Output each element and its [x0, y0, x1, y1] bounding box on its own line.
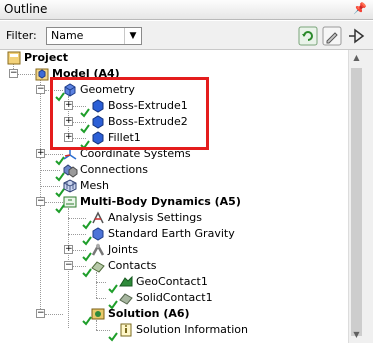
panel-title: Outline [4, 2, 48, 16]
tree-label-solution-information: Solution Information [136, 323, 248, 336]
solution-icon [91, 308, 105, 320]
refresh-icon[interactable] [298, 26, 318, 46]
tree-label-joints: Joints [108, 243, 139, 256]
outline-tree: − − + + + + − + − − Project Model (A4) G… [0, 50, 348, 343]
filter-icon[interactable] [346, 26, 366, 46]
tree-label-analysis-settings: Analysis Settings [108, 211, 202, 224]
model-icon [35, 68, 49, 81]
collapse-model-toggle[interactable]: − [36, 85, 45, 94]
solid-contact-icon [119, 293, 133, 305]
project-icon [7, 51, 21, 65]
tree-label-standard-earth-gravity: Standard Earth Gravity [108, 227, 235, 240]
edit-icon[interactable] [322, 26, 342, 46]
geo-contact-icon [119, 275, 133, 287]
panel-title-bar: Outline 📌 [0, 0, 373, 20]
collapse-project-toggle[interactable]: − [9, 69, 18, 78]
filter-select-value: Name [51, 29, 84, 42]
gravity-icon [92, 227, 104, 241]
info-icon [120, 323, 132, 337]
collapse-contacts-toggle[interactable]: − [64, 261, 73, 270]
expand-joints-toggle[interactable]: + [64, 245, 73, 254]
expand-coords-toggle[interactable]: + [36, 149, 45, 158]
tree-label-solidcontact1: SolidContact1 [136, 291, 213, 304]
filter-toolbar: Filter: Name ▼ [0, 21, 373, 50]
tree-label-mesh: Mesh [80, 179, 109, 192]
collapse-solution-toggle[interactable]: − [36, 309, 45, 318]
chevron-down-icon[interactable]: ▼ [124, 28, 141, 44]
scroll-thumb[interactable] [351, 68, 362, 336]
check-icon [55, 204, 65, 214]
vertical-scrollbar[interactable]: ▲ ▼ [348, 50, 364, 343]
check-icon [82, 316, 92, 326]
tree-label-contacts: Contacts [108, 259, 157, 272]
check-icon [108, 284, 118, 294]
analysis-settings-icon [92, 211, 104, 224]
contacts-icon [91, 261, 105, 273]
tree-label-geocontact1: GeoContact1 [136, 275, 208, 288]
scroll-up-icon[interactable]: ▲ [349, 50, 364, 66]
scroll-down-icon[interactable]: ▼ [349, 327, 364, 343]
highlight-box [50, 77, 209, 150]
check-icon [108, 332, 118, 342]
filter-select[interactable]: Name ▼ [46, 27, 142, 45]
pin-icon[interactable]: 📌 [353, 2, 367, 15]
joints-icon [91, 243, 105, 256]
tree-label-connections: Connections [80, 163, 148, 176]
collapse-mbd-toggle[interactable]: − [36, 197, 45, 206]
tree-label-project: Project [24, 51, 69, 64]
filter-label: Filter: [6, 29, 37, 42]
check-icon [82, 268, 92, 278]
tree-label-multi-body-dynamics: Multi-Body Dynamics (A5) [80, 195, 241, 208]
tree-label-solution: Solution (A6) [108, 307, 190, 320]
panel-edge [364, 50, 373, 343]
